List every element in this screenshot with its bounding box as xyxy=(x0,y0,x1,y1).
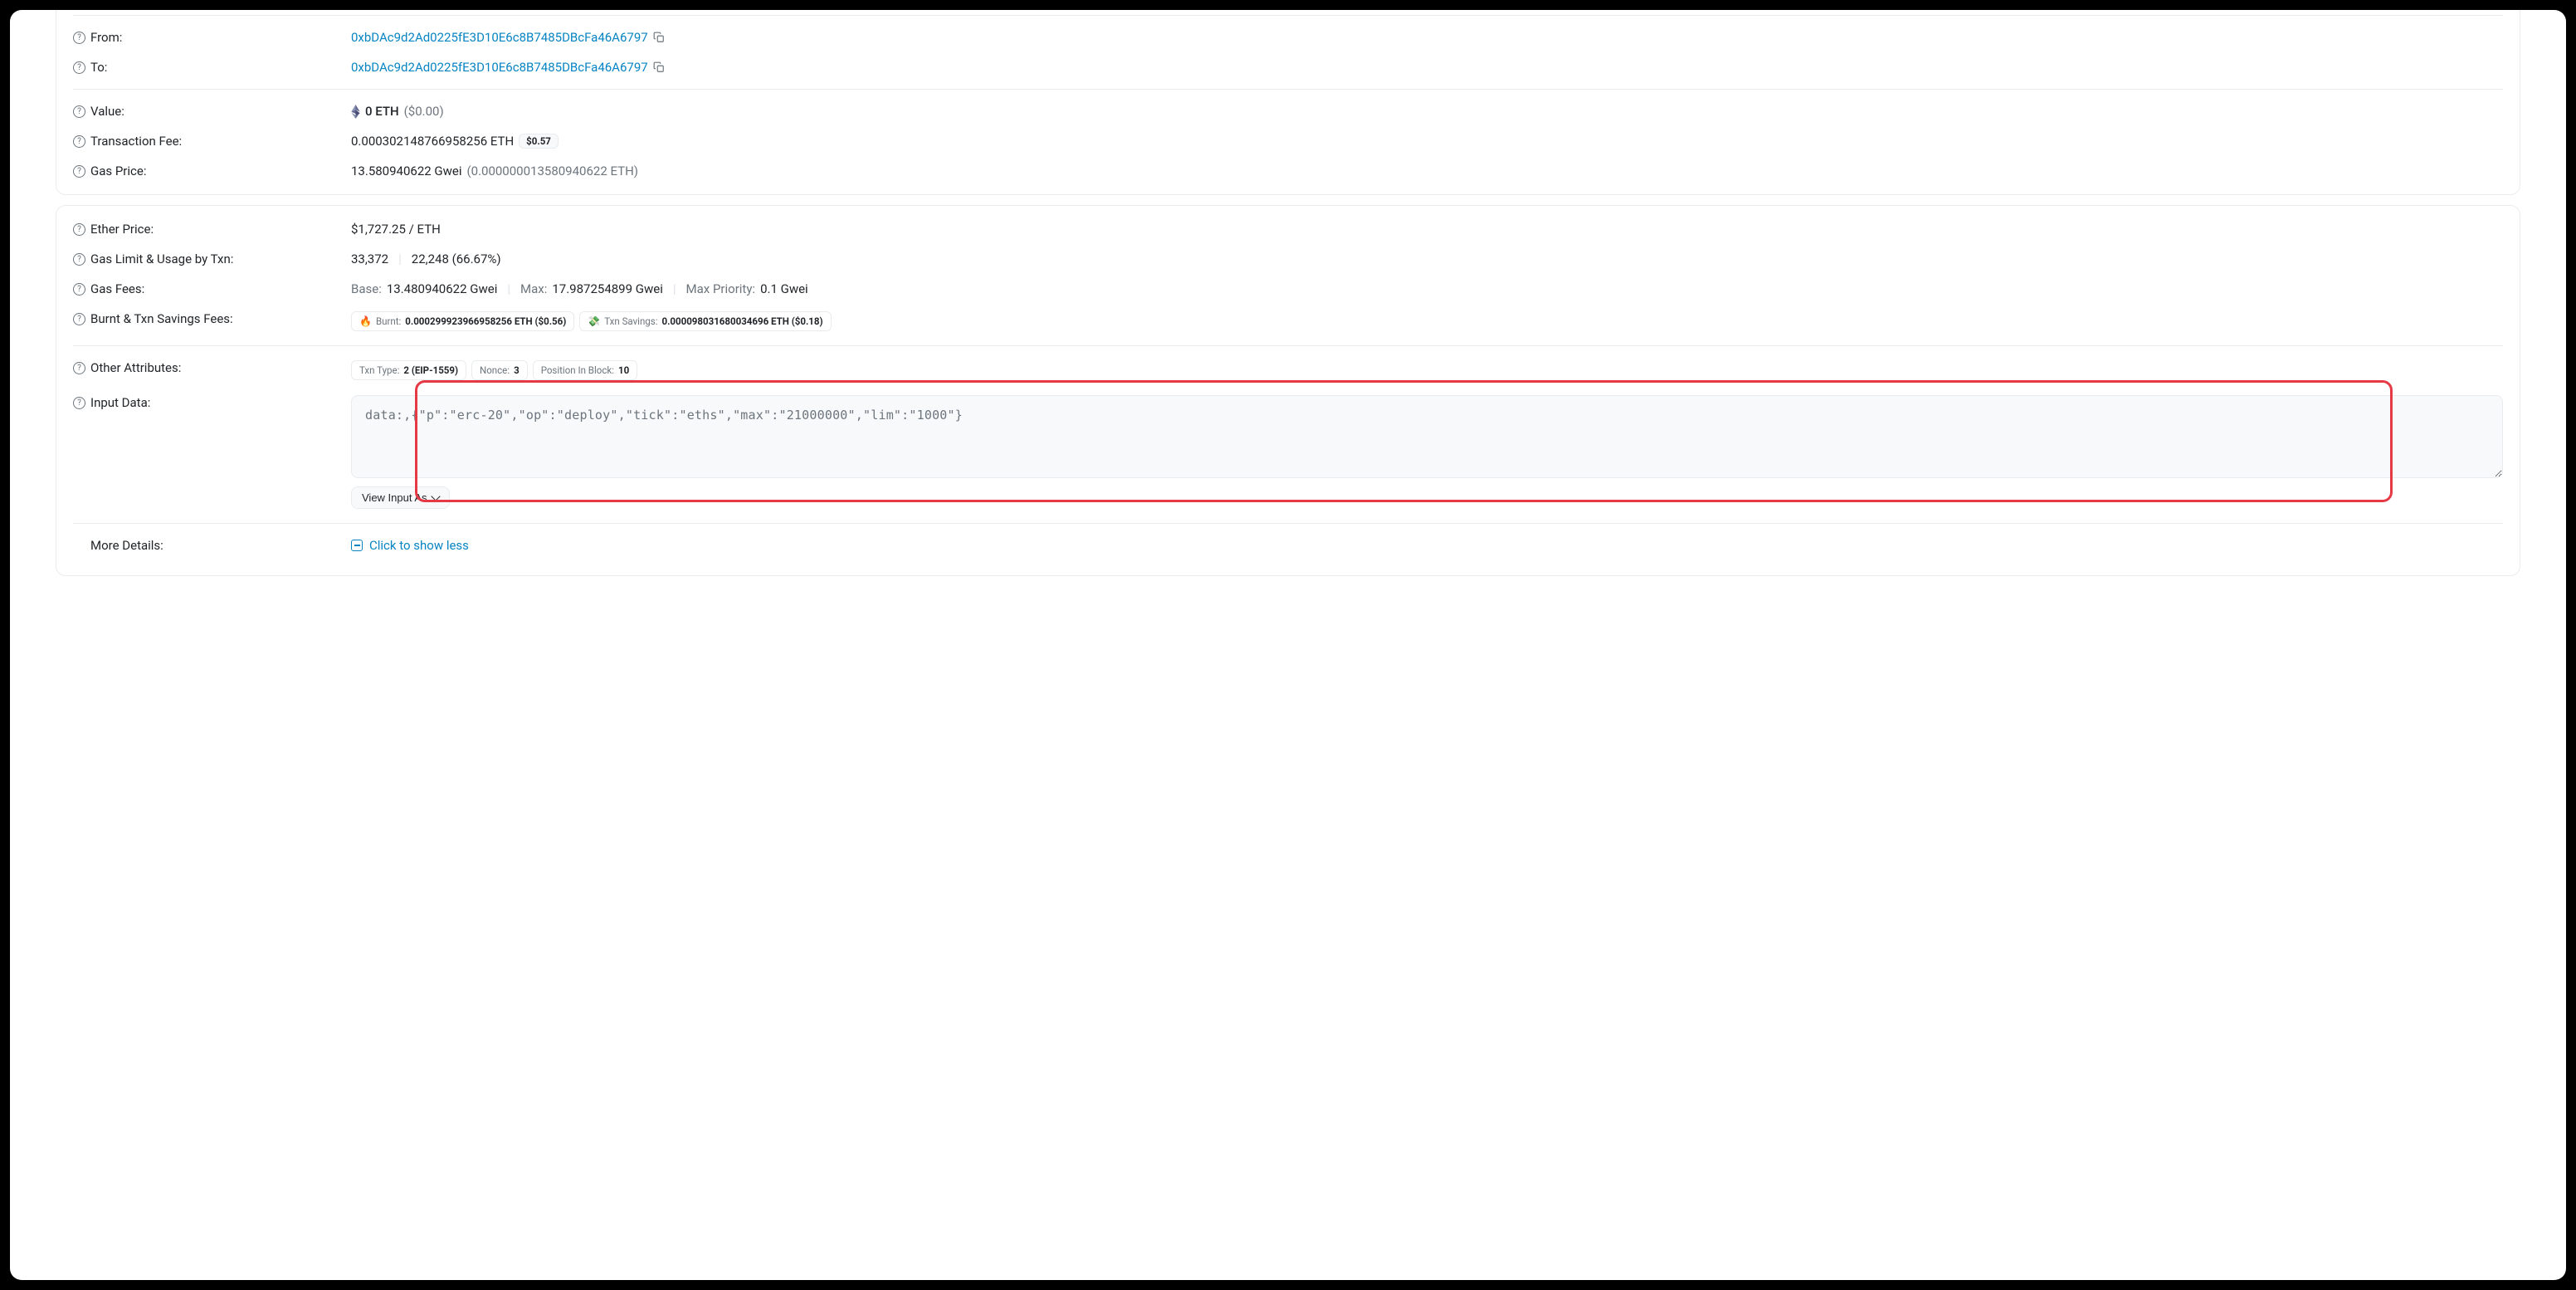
help-icon[interactable]: ? xyxy=(73,135,85,148)
save-v: 0.000098031680034696 ETH ($0.18) xyxy=(661,315,822,327)
base-value: 13.480940622 Gwei xyxy=(387,281,498,296)
help-icon[interactable]: ? xyxy=(73,223,85,236)
help-icon[interactable]: ? xyxy=(73,362,85,374)
view-input-as-label: View Input As xyxy=(362,491,427,504)
max-label: Max: xyxy=(520,281,547,296)
nonce-l: Nonce: xyxy=(480,364,510,376)
value-usd: ($0.00) xyxy=(404,104,444,119)
ether-price-label: Ether Price: xyxy=(90,222,154,237)
separator: | xyxy=(673,281,676,296)
input-data-label: Input Data: xyxy=(90,395,150,410)
gas-limit-label: Gas Limit & Usage by Txn: xyxy=(90,252,233,266)
other-label: Other Attributes: xyxy=(90,360,181,375)
txn-fee-usd-badge: $0.57 xyxy=(519,134,559,149)
divider xyxy=(73,15,2503,16)
txn-fee-row: ? Transaction Fee: 0.000302148766958256 … xyxy=(56,126,2520,156)
nonce-badge: Nonce: 3 xyxy=(471,360,528,380)
help-icon[interactable]: ? xyxy=(73,32,85,44)
to-label: To: xyxy=(90,60,107,75)
max-value: 17.987254899 Gwei xyxy=(552,281,663,296)
minus-icon xyxy=(351,540,363,551)
gas-price-eth: (0.000000013580940622 ETH) xyxy=(467,164,639,178)
savings-badge: 💸 Txn Savings: 0.000098031680034696 ETH … xyxy=(579,311,831,331)
chevron-down-icon xyxy=(431,491,440,501)
to-row: ? To: 0xbDAc9d2Ad0225fE3D10E6c8B7485DBcF… xyxy=(56,52,2520,82)
save-l: Txn Savings: xyxy=(604,315,657,327)
gas-price-label: Gas Price: xyxy=(90,164,146,178)
eth-icon xyxy=(351,105,360,119)
input-data-row: ? Input Data: View Input As xyxy=(56,388,2520,516)
base-label: Base: xyxy=(351,281,382,296)
type-v: 2 (EIP-1559) xyxy=(403,364,458,376)
burnt-v: 0.000299923966958256 ETH ($0.56) xyxy=(405,315,566,327)
gas-limit-value: 33,372 xyxy=(351,252,388,266)
help-icon[interactable]: ? xyxy=(73,61,85,74)
more-details-label: More Details: xyxy=(90,538,163,553)
value-amount: 0 ETH xyxy=(365,104,399,119)
txn-fee-label: Transaction Fee: xyxy=(90,134,182,149)
gas-price-amount: 13.580940622 Gwei xyxy=(351,164,462,178)
burnt-label: Burnt & Txn Savings Fees: xyxy=(90,311,233,326)
copy-icon[interactable] xyxy=(653,61,665,73)
ether-price-row: ? Ether Price: $1,727.25 / ETH xyxy=(56,214,2520,244)
help-icon[interactable]: ? xyxy=(73,253,85,266)
burnt-badge: 🔥 Burnt: 0.000299923966958256 ETH ($0.56… xyxy=(351,311,574,331)
gas-price-row: ? Gas Price: 13.580940622 Gwei (0.000000… xyxy=(56,156,2520,186)
help-icon[interactable]: ? xyxy=(73,397,85,409)
divider xyxy=(73,89,2503,90)
divider xyxy=(73,523,2503,524)
from-row: ? From: 0xbDAc9d2Ad0225fE3D10E6c8B7485DB… xyxy=(56,22,2520,52)
position-badge: Position In Block: 10 xyxy=(533,360,637,380)
app-window: ? From: 0xbDAc9d2Ad0225fE3D10E6c8B7485DB… xyxy=(10,10,2566,1280)
pos-l: Position In Block: xyxy=(541,364,614,376)
savings-icon: 💸 xyxy=(588,315,600,327)
maxp-label: Max Priority: xyxy=(686,281,756,296)
txn-card-top: ? From: 0xbDAc9d2Ad0225fE3D10E6c8B7485DB… xyxy=(56,10,2520,195)
input-data-textarea[interactable] xyxy=(351,395,2503,478)
value-row: ? Value: 0 ETH ($0.00) xyxy=(56,96,2520,126)
value-label: Value: xyxy=(90,104,124,119)
gas-usage-value: 22,248 (66.67%) xyxy=(412,252,501,266)
gas-fees-label: Gas Fees: xyxy=(90,281,144,296)
from-address-link[interactable]: 0xbDAc9d2Ad0225fE3D10E6c8B7485DBcFa46A67… xyxy=(351,30,648,45)
txn-fee-amount: 0.000302148766958256 ETH xyxy=(351,134,514,149)
from-label: From: xyxy=(90,30,122,45)
view-input-as-button[interactable]: View Input As xyxy=(351,486,450,509)
more-details-row: More Details: Click to show less xyxy=(56,530,2520,560)
show-less-link[interactable]: Click to show less xyxy=(351,538,469,553)
txn-card-details: ? Ether Price: $1,727.25 / ETH ? Gas Lim… xyxy=(56,205,2520,576)
type-l: Txn Type: xyxy=(359,364,399,376)
to-address-link[interactable]: 0xbDAc9d2Ad0225fE3D10E6c8B7485DBcFa46A67… xyxy=(351,60,648,75)
separator: | xyxy=(398,252,402,266)
show-less-text: Click to show less xyxy=(369,538,469,553)
help-icon[interactable]: ? xyxy=(73,165,85,178)
nonce-v: 3 xyxy=(514,364,520,376)
help-icon[interactable]: ? xyxy=(73,313,85,325)
other-attr-row: ? Other Attributes: Txn Type: 2 (EIP-155… xyxy=(56,353,2520,388)
divider xyxy=(73,345,2503,346)
gas-limit-row: ? Gas Limit & Usage by Txn: 33,372 | 22,… xyxy=(56,244,2520,274)
ether-price-value: $1,727.25 / ETH xyxy=(351,222,441,237)
burnt-l: Burnt: xyxy=(376,315,401,327)
burnt-row: ? Burnt & Txn Savings Fees: 🔥 Burnt: 0.0… xyxy=(56,304,2520,339)
flame-icon: 🔥 xyxy=(359,315,372,327)
help-icon[interactable]: ? xyxy=(73,105,85,118)
gas-fees-row: ? Gas Fees: Base: 13.480940622 Gwei | Ma… xyxy=(56,274,2520,304)
help-icon[interactable]: ? xyxy=(73,283,85,296)
separator: | xyxy=(507,281,510,296)
maxp-value: 0.1 Gwei xyxy=(760,281,808,296)
pos-v: 10 xyxy=(618,364,629,376)
txn-type-badge: Txn Type: 2 (EIP-1559) xyxy=(351,360,466,380)
copy-icon[interactable] xyxy=(653,32,665,43)
